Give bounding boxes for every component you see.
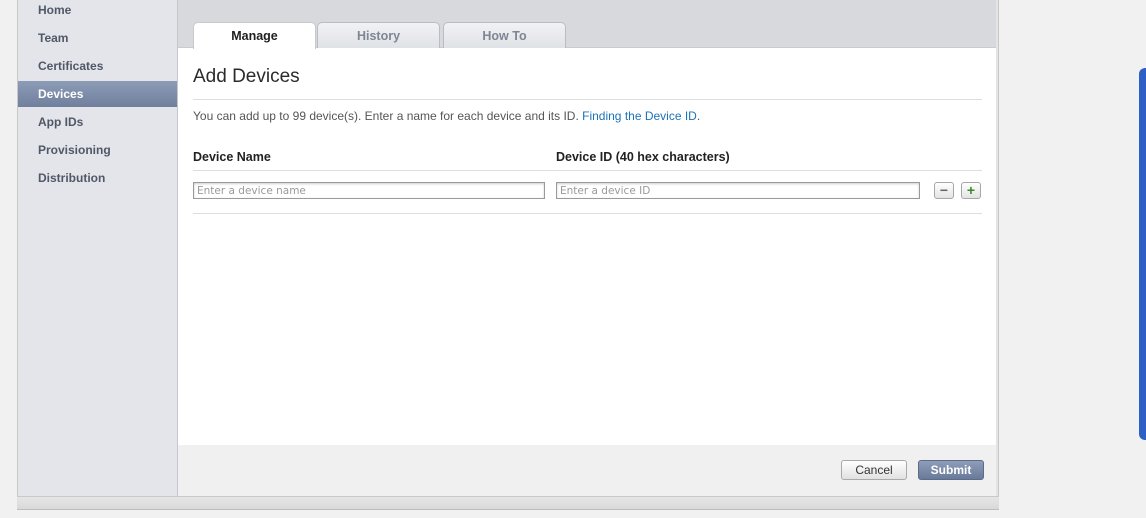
page-title: Add Devices bbox=[193, 66, 300, 87]
sidebar-item-team[interactable]: Team bbox=[18, 25, 177, 51]
sidebar-item-provisioning[interactable]: Provisioning bbox=[18, 137, 177, 163]
tab-how-to[interactable]: How To bbox=[443, 22, 566, 48]
device-name-input[interactable] bbox=[193, 182, 545, 199]
minus-icon: − bbox=[939, 182, 949, 198]
sidebar-item-home[interactable]: Home bbox=[18, 0, 177, 23]
tab-bar: Manage History How To bbox=[178, 0, 996, 49]
window-bottom-edge bbox=[17, 496, 999, 510]
sidebar-item-certificates[interactable]: Certificates bbox=[18, 53, 177, 79]
row-divider bbox=[193, 213, 982, 214]
device-id-input[interactable] bbox=[556, 182, 920, 199]
finding-device-id-link[interactable]: Finding the Device ID bbox=[582, 109, 697, 123]
scroll-edge-indicator bbox=[1139, 68, 1146, 440]
tab-manage[interactable]: Manage bbox=[193, 22, 316, 49]
help-text-body: You can add up to 99 device(s). Enter a … bbox=[193, 109, 583, 123]
help-text-end: . bbox=[696, 109, 701, 123]
device-name-header: Device Name bbox=[193, 150, 271, 164]
submit-button[interactable]: Submit bbox=[918, 460, 984, 480]
sidebar-item-devices[interactable]: Devices bbox=[18, 81, 177, 107]
sidebar-item-distribution[interactable]: Distribution bbox=[18, 165, 177, 191]
title-divider bbox=[193, 99, 982, 100]
form-footer: Cancel Submit bbox=[178, 445, 996, 496]
plus-icon: + bbox=[966, 182, 976, 198]
cancel-button[interactable]: Cancel bbox=[841, 460, 907, 480]
sidebar: Home Team Certificates Devices App IDs P… bbox=[18, 0, 178, 496]
sidebar-item-app-ids[interactable]: App IDs bbox=[18, 109, 177, 135]
add-row-button[interactable]: + bbox=[961, 182, 981, 199]
tab-history[interactable]: History bbox=[317, 22, 440, 48]
remove-row-button[interactable]: − bbox=[934, 182, 954, 199]
help-text: You can add up to 99 device(s). Enter a … bbox=[193, 109, 700, 123]
device-id-header: Device ID (40 hex characters) bbox=[556, 150, 730, 164]
main-content: Manage History How To Add Devices You ca… bbox=[178, 0, 996, 496]
header-divider bbox=[193, 170, 982, 171]
